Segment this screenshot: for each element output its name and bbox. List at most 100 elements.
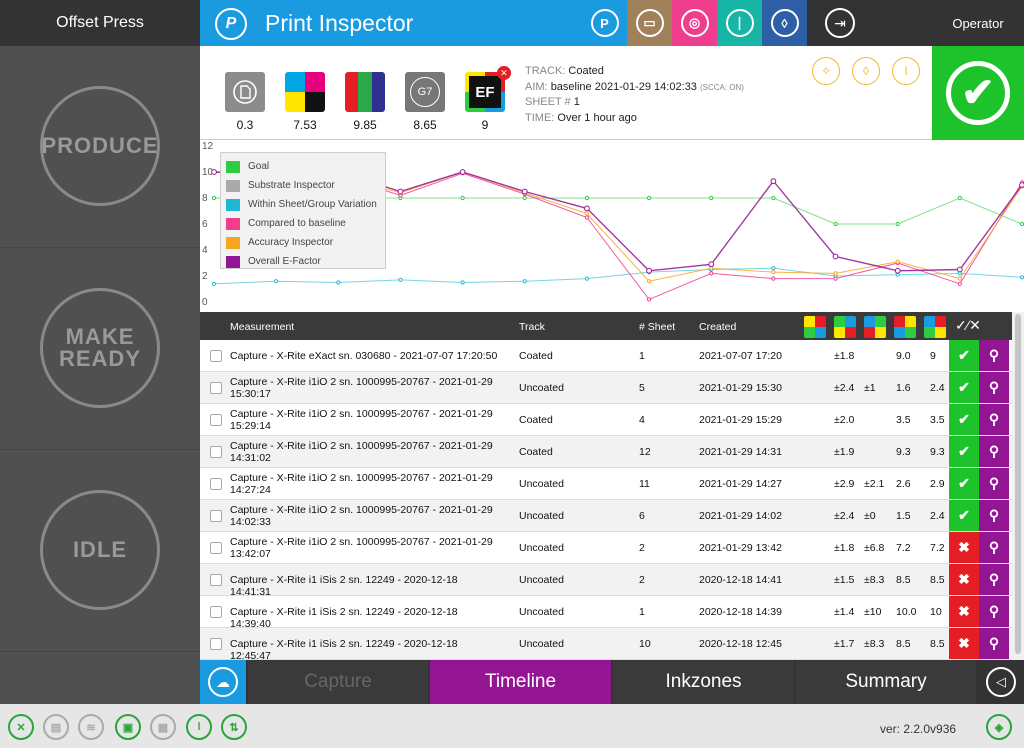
data-point[interactable] — [709, 271, 714, 276]
row-checkbox[interactable] — [210, 606, 222, 618]
col-efactor-icon[interactable] — [924, 316, 946, 338]
legend-overall[interactable]: Overall E-Factor — [226, 252, 380, 271]
metric-g7[interactable]: G7 8.65 — [405, 72, 445, 132]
data-point[interactable] — [522, 195, 527, 201]
metric-substrate[interactable]: 0.3 — [225, 72, 265, 132]
data-point[interactable] — [460, 195, 465, 201]
inspect-magnifier-icon[interactable]: ⚲ — [979, 372, 1009, 403]
table-row[interactable]: Capture - X-Rite i1iO 2 sn. 1000995-2076… — [200, 372, 1012, 404]
data-point[interactable] — [522, 279, 527, 284]
fail-x-icon[interactable]: ✖ — [949, 564, 979, 595]
metric-cmyk[interactable]: 7.53 — [285, 72, 325, 132]
tools-icon[interactable]: ✕ — [8, 714, 34, 740]
inspect-magnifier-icon[interactable]: ⚲ — [979, 628, 1009, 659]
data-point[interactable] — [832, 253, 839, 260]
document-icon[interactable]: ▦ — [150, 714, 176, 740]
sync-arrows-icon[interactable]: ⇅ — [221, 714, 247, 740]
data-point[interactable] — [646, 195, 652, 201]
data-point[interactable] — [584, 276, 590, 281]
tab-summary[interactable]: Summary — [796, 660, 976, 704]
thermometer-warning-icon[interactable]: ǀ — [892, 57, 920, 85]
table-row[interactable]: Capture - X-Rite i1iO 2 sn. 1000995-2076… — [200, 500, 1012, 532]
data-point[interactable] — [460, 280, 465, 285]
data-point[interactable] — [584, 205, 590, 212]
data-point[interactable] — [833, 276, 838, 281]
col-grid-icon[interactable] — [834, 316, 856, 338]
data-point[interactable] — [1019, 221, 1024, 227]
col-target-icon[interactable] — [894, 316, 916, 338]
table-row[interactable]: Capture - X-Rite i1iO 2 sn. 1000995-2076… — [200, 436, 1012, 468]
data-point[interactable] — [397, 188, 404, 195]
row-checkbox[interactable] — [210, 414, 222, 426]
legend-accuracy[interactable]: Accuracy Inspector — [226, 233, 380, 252]
row-checkbox[interactable] — [210, 574, 222, 586]
row-checkbox[interactable] — [210, 638, 222, 650]
data-point[interactable] — [708, 261, 715, 268]
tab-capture[interactable]: Capture — [248, 660, 428, 704]
data-point[interactable] — [211, 169, 217, 175]
inspect-magnifier-icon[interactable]: ⚲ — [979, 564, 1009, 595]
data-point[interactable] — [770, 178, 777, 184]
table-row[interactable]: Capture - X-Rite i1 iSis 2 sn. 12249 - 2… — [200, 564, 1012, 598]
legend-within[interactable]: Within Sheet/Group Variation — [226, 195, 380, 214]
data-point[interactable] — [646, 267, 652, 274]
fail-x-icon[interactable]: ✖ — [949, 532, 979, 563]
data-point[interactable] — [211, 281, 217, 286]
legend-goal[interactable]: Goal — [226, 157, 380, 176]
wireless-icon[interactable]: ≋ — [78, 714, 104, 740]
pass-check-icon[interactable]: ✔ — [949, 404, 979, 435]
legend-compared[interactable]: Compared to baseline — [226, 214, 380, 233]
data-point[interactable] — [771, 270, 776, 275]
data-point[interactable] — [957, 276, 962, 281]
row-checkbox[interactable] — [210, 382, 222, 394]
printer-icon[interactable]: ▣ — [115, 714, 141, 740]
data-point[interactable] — [1019, 182, 1024, 188]
inspect-magnifier-icon[interactable]: ⚲ — [979, 436, 1009, 467]
p-logo-icon[interactable]: P — [582, 0, 627, 46]
row-checkbox[interactable] — [210, 350, 222, 362]
table-row[interactable]: Capture - X-Rite i1 iSis 2 sn. 12249 - 2… — [200, 596, 1012, 630]
temperature-icon[interactable]: ǀ — [186, 714, 212, 740]
pass-check-icon[interactable]: ✔ — [949, 500, 979, 531]
data-point[interactable] — [833, 271, 838, 276]
cloud-upload-button[interactable]: ☁ — [200, 660, 246, 704]
scrollbar-thumb[interactable] — [1015, 314, 1021, 654]
table-row[interactable]: Capture - X-Rite i1 iSis 2 sn. 12249 - 2… — [200, 628, 1012, 660]
data-point[interactable] — [274, 279, 279, 284]
idle-button[interactable]: IDLE — [40, 490, 160, 610]
data-point[interactable] — [459, 169, 466, 175]
inspect-magnifier-icon[interactable]: ⚲ — [979, 532, 1009, 563]
col-substrate-icon[interactable] — [804, 316, 826, 338]
announce-button[interactable]: ◁ — [978, 660, 1024, 704]
fail-x-icon[interactable]: ✖ — [949, 628, 979, 659]
operator-label[interactable]: Operator — [932, 0, 1024, 46]
pass-check-icon[interactable]: ✔ — [949, 436, 979, 467]
data-point[interactable] — [709, 195, 714, 201]
data-point[interactable] — [771, 266, 776, 271]
data-point[interactable] — [584, 195, 590, 201]
col-pass-fail-icon[interactable]: ✓⁄✕ — [955, 317, 981, 334]
row-checkbox[interactable] — [210, 478, 222, 490]
data-point[interactable] — [211, 195, 217, 201]
tab-inkzones[interactable]: Inkzones — [613, 660, 794, 704]
substrate-icon[interactable]: ▭ — [627, 0, 672, 46]
inspect-magnifier-icon[interactable]: ⚲ — [979, 596, 1009, 627]
table-row[interactable]: Capture - X-Rite eXact sn. 030680 - 2021… — [200, 340, 1012, 372]
pass-check-icon[interactable]: ✔ — [949, 468, 979, 499]
col-created[interactable]: Created — [699, 321, 736, 333]
col-dots-icon[interactable] — [864, 316, 886, 338]
exit-button[interactable]: ⇥ — [807, 0, 932, 46]
table-scrollbar[interactable] — [1012, 312, 1024, 660]
data-point[interactable] — [771, 276, 776, 281]
make-ready-button[interactable]: MAKE READY — [40, 288, 160, 408]
ink-drop-warning-icon[interactable]: ◊ — [852, 57, 880, 85]
produce-button[interactable]: PRODUCE — [40, 86, 160, 206]
data-point[interactable] — [833, 221, 838, 227]
data-point[interactable] — [398, 277, 403, 282]
data-point[interactable] — [895, 221, 900, 227]
thermometer-icon[interactable]: ∣ — [717, 0, 762, 46]
fail-x-icon[interactable]: ✖ — [949, 596, 979, 627]
row-checkbox[interactable] — [210, 542, 222, 554]
table-row[interactable]: Capture - X-Rite i1iO 2 sn. 1000995-2076… — [200, 404, 1012, 436]
ink-drop-icon[interactable]: ◊ — [762, 0, 807, 46]
